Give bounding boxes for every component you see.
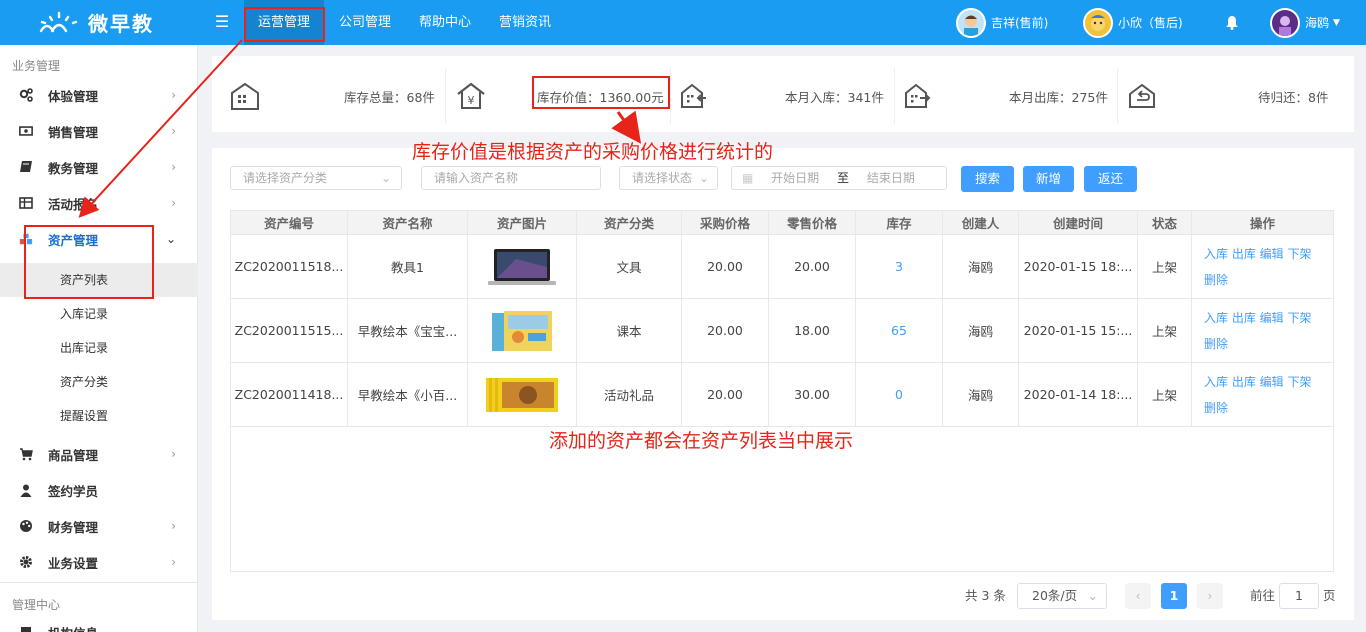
annotation-asset-list-note: 添加的资产都会在资产列表当中展示 — [549, 430, 854, 452]
annotation-arrows — [78, 39, 642, 218]
annotation-stock-value-note: 库存价值是根据资产的采购价格进行统计的 — [412, 141, 774, 163]
